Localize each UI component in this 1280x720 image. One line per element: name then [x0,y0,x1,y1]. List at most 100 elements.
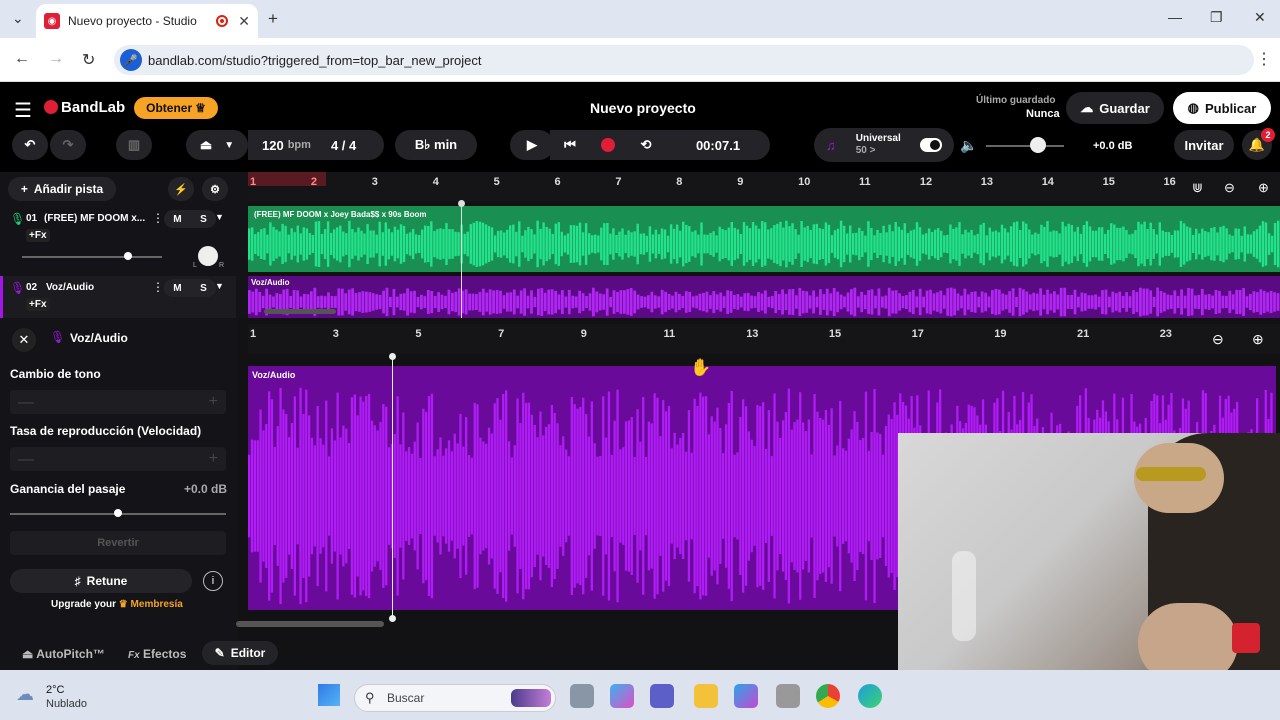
microphone-site-icon[interactable]: 🎤 [120,49,142,71]
chrome-icon[interactable] [816,684,840,708]
task-view-icon[interactable] [570,684,594,708]
zoom-out-icon[interactable]: ⊖ [1224,180,1235,196]
copilot-icon[interactable] [610,684,634,708]
plus-icon[interactable]: + [209,450,218,468]
playhead-handle[interactable] [458,200,465,207]
windows-start-icon[interactable] [318,684,340,706]
minus-icon[interactable]: — [18,394,34,412]
key-selector[interactable]: B♭ min [395,130,477,160]
new-tab-icon[interactable]: + [268,9,278,29]
record-button[interactable] [588,130,628,160]
track-settings-button[interactable]: ⚙ [202,177,228,201]
invite-button[interactable]: Invitar [1174,130,1234,160]
mastering-toggle[interactable] [920,138,942,152]
volume-knob[interactable] [1030,137,1046,153]
pan-knob[interactable] [198,246,218,266]
horizontal-scrollbar[interactable] [264,309,336,314]
minus-icon[interactable]: — [18,451,34,469]
editor-playhead-handle[interactable] [389,353,396,360]
taskbar-search[interactable]: ⚲ Buscar [354,684,556,712]
file-explorer-icon[interactable] [694,684,718,708]
editor-ruler[interactable]: 1 3 5 7 9 11 13 15 17 19 21 23 [248,324,1280,354]
get-membership-button[interactable]: Obtener ♕ [134,97,218,119]
weather-temp[interactable]: 2°C [46,684,64,696]
menu-dots-icon[interactable]: ⋮ [1256,49,1272,69]
track-menu-icon[interactable]: ⋮ [152,280,164,294]
publish-button[interactable]: ◍ Publicar [1173,92,1271,124]
mute-button[interactable]: M [173,214,181,225]
redo-button[interactable]: ↷ [50,130,86,160]
solo-button[interactable]: S [200,283,207,294]
master-volume-slider[interactable] [986,145,1064,147]
zoom-in-icon[interactable]: ⊕ [1258,180,1269,196]
save-button[interactable]: ☁ Guardar [1066,92,1164,124]
editor-playhead[interactable] [392,356,393,618]
solo-button[interactable]: S [200,214,207,225]
track-expand-icon[interactable]: ▼ [215,281,224,291]
snap-magnet-icon[interactable]: ⋓ [1192,180,1203,196]
tab-list-icon[interactable]: ⌄ [12,10,24,27]
gain-knob[interactable] [114,509,122,517]
rewind-button[interactable]: ⏮ [550,130,590,160]
editor-zoom-out-icon[interactable]: ⊖ [1212,331,1224,348]
restore-icon[interactable]: ❐ [1210,9,1223,26]
plus-icon[interactable]: + [209,393,218,411]
mute-button[interactable]: M [173,283,181,294]
reload-icon[interactable]: ↻ [82,50,95,70]
metronome-button[interactable]: ⏏ ▼ [186,130,248,160]
track-volume-slider[interactable] [22,256,162,258]
close-tab-icon[interactable]: ✕ [238,13,250,30]
tempo-display[interactable]: 120 bpm 4 / 4 [248,130,384,160]
undo-button[interactable]: ↶ [12,130,48,160]
tab-autopitch[interactable]: ⏏ AutoPitch™ [22,647,105,661]
speaker-icon[interactable]: 🔈 [960,137,977,154]
cloud-upload-icon: ☁ [1080,100,1094,115]
retune-button[interactable]: ♯ Retune [10,569,192,593]
close-window-icon[interactable]: ✕ [1254,9,1266,26]
track-1-clip[interactable]: (FREE) MF DOOM x Joey Bada$$ x 90s Boom [248,206,1280,272]
forward-icon[interactable]: → [48,50,64,68]
microphone-app-icon[interactable] [776,684,800,708]
rate-stepper[interactable]: — + [10,447,226,471]
settings-icon: ⚙ [210,183,220,196]
track-name[interactable]: Voz/Audio [46,282,94,293]
editor-scrollbar[interactable] [236,621,384,627]
timeline-ruler[interactable]: 1 2 3 4 5 6 7 8 9 10 11 12 13 14 15 16 [248,172,1280,202]
m365-icon[interactable] [734,684,758,708]
mixer-button[interactable]: ▥ [116,130,152,160]
project-title[interactable]: Nuevo proyecto [590,100,696,116]
play-button[interactable]: ▶ [510,130,554,160]
track-fx-button[interactable]: +Fx [26,229,50,242]
track-volume-knob[interactable] [124,252,132,260]
add-track-button[interactable]: + Añadir pista [8,177,116,201]
minimize-icon[interactable]: — [1168,9,1182,25]
close-editor-icon[interactable]: ✕ [12,328,36,352]
track-expand-icon[interactable]: ▼ [215,212,224,222]
teams-icon[interactable] [650,684,674,708]
time-signature[interactable]: 4 / 4 [331,138,356,153]
address-bar[interactable]: 🎤 bandlab.com/studio?triggered_from=top_… [114,45,1254,75]
info-icon[interactable]: i [203,571,223,591]
editor-playhead-bottom[interactable] [389,615,396,622]
membership-link[interactable]: Membresía [131,599,183,610]
track-fx-button[interactable]: +Fx [26,298,50,311]
browser-tab[interactable]: ◉ Nuevo proyecto - Studio ✕ [36,4,258,38]
pitch-stepper[interactable]: — + [10,390,226,414]
back-icon[interactable]: ← [14,50,30,68]
track-name[interactable]: (FREE) MF DOOM x... [44,213,148,224]
hamburger-menu-icon[interactable]: ☰ [14,98,32,123]
loop-button[interactable]: ⟲ [626,130,666,160]
weather-desc[interactable]: Nublado [46,698,87,710]
tab-editor[interactable]: ✎ Editor [202,641,278,665]
playhead[interactable] [461,202,462,318]
edge-icon[interactable] [858,684,882,708]
track-menu-icon[interactable]: ⋮ [152,211,164,225]
ruler-mark: 14 [1041,176,1054,188]
tab-effects[interactable]: Fx Efectos [128,647,186,661]
tuner-button[interactable]: ⚡ [168,177,194,201]
bandlab-logo[interactable]: BandLab [61,99,125,116]
mastering-preset[interactable]: ♫ Universal 50 > [814,128,954,162]
editor-zoom-in-icon[interactable]: ⊕ [1252,331,1264,348]
revert-button[interactable]: Revertir [10,531,226,555]
track-2-clip[interactable]: Voz/Audio [248,276,1280,318]
